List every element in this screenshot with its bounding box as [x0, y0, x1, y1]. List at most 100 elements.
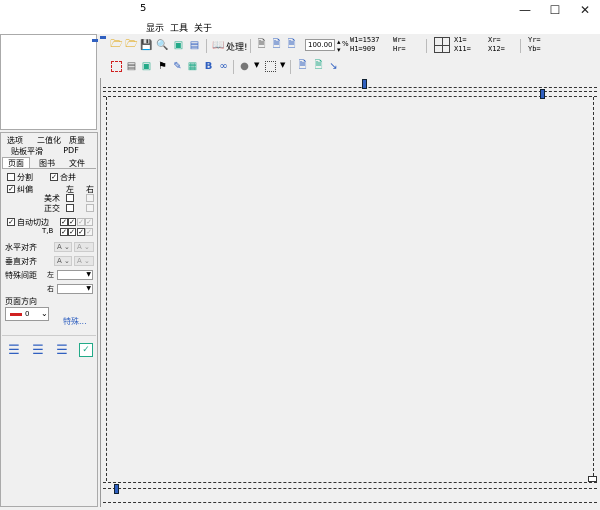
close-button[interactable]: ✕ — [570, 0, 600, 20]
h-align-right-select[interactable]: A ⌄ — [74, 242, 94, 252]
direction-bar-icon — [10, 313, 22, 316]
canvas-area[interactable] — [100, 78, 600, 507]
menu-bar — [0, 20, 600, 34]
photo-icon[interactable]: ▤ — [125, 60, 138, 73]
landscape-icon[interactable]: ▣ — [140, 60, 153, 73]
crop-tb-checkbox-2[interactable]: ✓ — [68, 228, 76, 236]
minimize-button[interactable]: — — [510, 0, 540, 20]
brush-icon[interactable]: ✎ — [171, 60, 184, 73]
zoom-unit: % — [342, 40, 349, 48]
bottom-guide-line — [103, 488, 597, 489]
process-button[interactable]: 处理! — [226, 40, 248, 53]
h-align-left-select[interactable]: A ⌄ — [54, 242, 72, 252]
bold-b-icon[interactable]: B — [202, 60, 215, 73]
spacing-left-select[interactable]: ▼ — [57, 270, 93, 280]
crop-lr-checkbox-3[interactable]: ✓ — [77, 218, 85, 226]
chevron-down-icon[interactable]: ▼ — [254, 61, 259, 69]
doc-chart-icon[interactable]: 🗎 — [296, 60, 309, 73]
v-align-label: 垂直对齐 — [5, 257, 37, 266]
panel-divider — [2, 335, 96, 336]
save-icon[interactable]: 💾 — [140, 39, 153, 52]
right-margin-line — [593, 97, 594, 481]
crop-tb-checkbox-4[interactable]: ✓ — [85, 228, 93, 236]
toolbar-row-2: ▤ ▣ ⚑ ✎ ▦ B ∞ ● ▼ ▼ 🗎 🗎 ↘ — [100, 58, 600, 76]
merge-checkbox[interactable]: ✓ — [50, 173, 58, 181]
h1-readout: H1=909 — [350, 45, 376, 53]
separator — [426, 39, 427, 53]
menu-about[interactable]: 关于 — [194, 21, 212, 34]
crop-lr-checkbox-1[interactable]: ✓ — [60, 218, 68, 226]
tab-page[interactable]: 页面 — [2, 157, 30, 168]
swirl-icon[interactable]: ∞ — [217, 60, 230, 73]
corner-handle[interactable] — [588, 476, 597, 482]
page-direction-label: 页面方向 — [5, 297, 37, 306]
crop-tb-checkbox-1[interactable]: ✓ — [60, 228, 68, 236]
page-icon[interactable]: 🗎 — [255, 39, 268, 52]
page-direction-select[interactable]: 0 ⌄ — [5, 307, 49, 321]
v-align-left-select[interactable]: A ⌄ — [54, 256, 72, 266]
crop-lr-checkbox-2[interactable]: ✓ — [68, 218, 76, 226]
orth-right-checkbox[interactable] — [86, 204, 94, 212]
art-right-checkbox[interactable] — [86, 194, 94, 202]
crop-tb-checkbox-3[interactable]: ✓ — [77, 228, 85, 236]
merge-label: 合并 — [60, 173, 76, 182]
right-marker-handle[interactable] — [540, 89, 545, 99]
separator — [250, 39, 251, 53]
open-folder-icon[interactable]: 🗁 — [110, 39, 123, 52]
list-indent-icon[interactable]: ☰ — [31, 343, 45, 358]
yb-readout: Yb= — [528, 45, 541, 53]
list-scroll-marker — [92, 39, 98, 42]
chevron-down-icon[interactable]: ▼ — [280, 61, 285, 69]
v-align-right-select[interactable]: A ⌄ — [74, 256, 94, 266]
book-icon[interactable]: 📖 — [212, 39, 225, 52]
zoom-input[interactable]: 100.00 — [305, 39, 335, 51]
circle-icon[interactable]: ● — [238, 60, 251, 73]
graph-icon[interactable]: ↘ — [327, 60, 340, 73]
crop-lr-checkbox-4[interactable]: ✓ — [85, 218, 93, 226]
split-checkbox[interactable] — [7, 173, 15, 181]
preview-icon[interactable]: 🔍 — [156, 39, 169, 52]
page-next-icon[interactable]: 🗎 — [285, 39, 298, 52]
tab-options[interactable]: 选项 — [4, 135, 26, 146]
marquee-icon[interactable] — [264, 60, 277, 73]
special-spacing-label: 特殊间距 — [5, 271, 37, 280]
export-icon[interactable]: ▤ — [188, 39, 201, 52]
separator — [520, 39, 521, 53]
orth-left-checkbox[interactable] — [66, 204, 74, 212]
toolbar-row-1: 🗁 🗁 💾 🔍 ▣ ▤ 📖 处理! 🗎 🗎 🗎 100.00 ▴ ▾ % W1=1… — [100, 36, 600, 56]
menu-tools[interactable]: 工具 — [170, 21, 188, 34]
checklist-icon[interactable]: ✓ — [79, 343, 93, 357]
picture-icon[interactable]: ▦ — [186, 60, 199, 73]
bottom-guide-line-2 — [103, 502, 597, 503]
window-title: 5 — [140, 3, 147, 14]
zoom-spin[interactable]: ▴ ▾ — [337, 38, 341, 54]
special-link[interactable]: 特殊... — [63, 316, 87, 327]
spacing-right-label: 右 — [47, 285, 54, 293]
list-numbered-icon[interactable]: ☰ — [55, 343, 69, 358]
auto-crop-checkbox[interactable]: ✓ — [7, 218, 15, 226]
left-margin-line — [106, 97, 107, 481]
doc-check-icon[interactable]: 🗎 — [312, 60, 325, 73]
tab-pdf[interactable]: PDF — [60, 146, 82, 155]
art-left-checkbox[interactable] — [66, 194, 74, 202]
page-prev-icon[interactable]: 🗎 — [270, 39, 283, 52]
file-list[interactable] — [0, 34, 97, 130]
menu-view[interactable]: 显示 — [146, 21, 164, 34]
open-batch-icon[interactable]: 🗁 — [125, 39, 138, 52]
list-bullets-icon[interactable]: ☰ — [7, 343, 21, 358]
orth-label: 正交 — [44, 204, 60, 213]
maximize-icon: ☐ — [549, 3, 561, 17]
deskew-checkbox[interactable]: ✓ — [7, 185, 15, 193]
crop-grid-icon[interactable] — [434, 37, 450, 53]
top-marker-handle[interactable] — [362, 79, 367, 89]
bottom-marker-handle[interactable] — [114, 484, 119, 494]
tab-binarize[interactable]: 二值化 — [34, 135, 64, 146]
tab-quality[interactable]: 质量 — [66, 135, 88, 146]
deskew-label: 纠偏 — [17, 185, 33, 194]
flag-icon[interactable]: ⚑ — [156, 60, 169, 73]
select-rect-icon[interactable] — [110, 60, 123, 73]
tab-smoothing[interactable]: 贴板平滑 — [10, 146, 44, 157]
image-icon[interactable]: ▣ — [172, 39, 185, 52]
maximize-button[interactable]: ☐ — [540, 0, 570, 20]
spacing-right-select[interactable]: ▼ — [57, 284, 93, 294]
